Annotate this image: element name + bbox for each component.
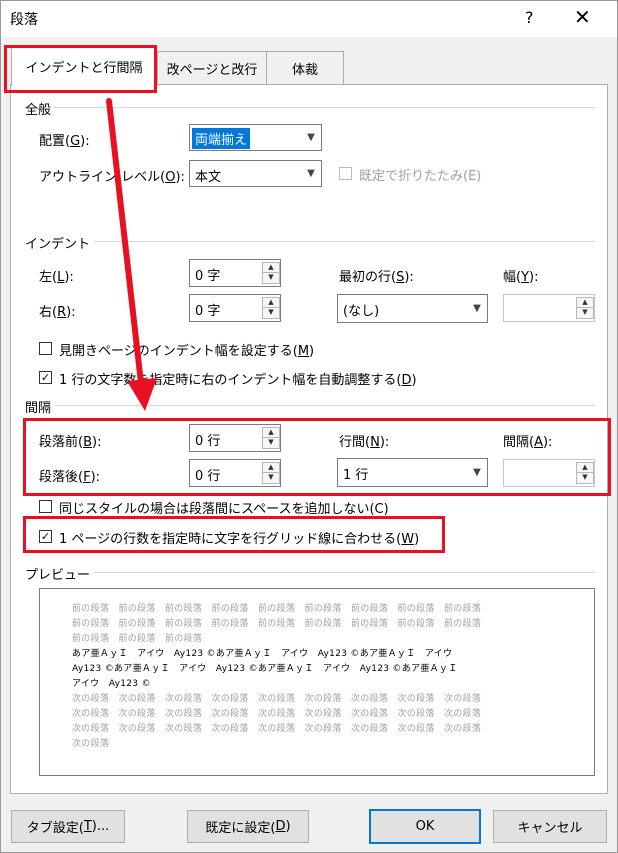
arrow-head-icon xyxy=(127,378,157,411)
arrow-shaft xyxy=(106,98,144,386)
paragraph-dialog: 段落 ? ✕ インデントと行間隔 改ページと改行 体裁 全般 配置(G): 両端… xyxy=(0,0,618,853)
arrow-annotation xyxy=(106,98,157,411)
